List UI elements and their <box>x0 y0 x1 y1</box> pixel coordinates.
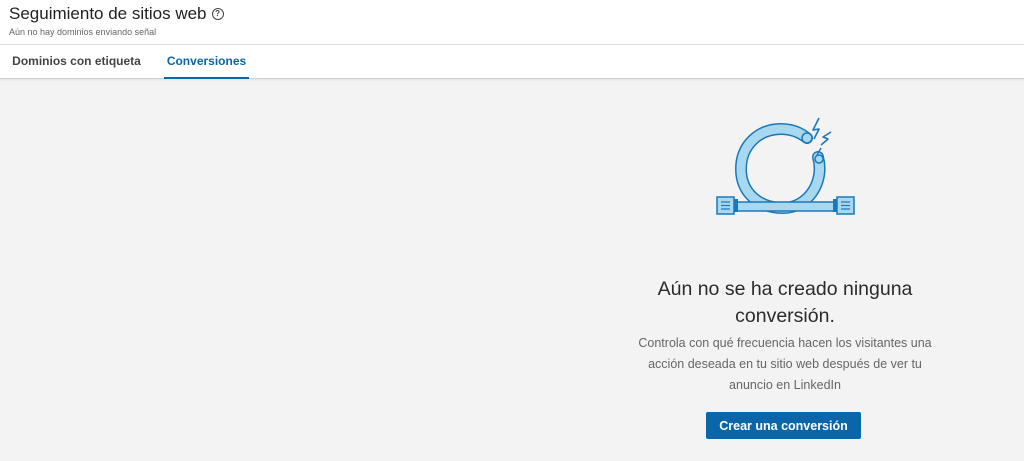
create-conversion-button[interactable]: Crear una conversión <box>706 412 861 439</box>
cable-illustration-icon <box>716 117 855 215</box>
page-title: Seguimiento de sitios web <box>9 4 207 23</box>
tab-dominios-con-etiqueta[interactable]: Dominios con etiqueta <box>0 45 153 78</box>
empty-state-heading: Aún no se ha creado ninguna conversión. <box>657 278 913 327</box>
page-header: Seguimiento de sitios web ? Aún no hay d… <box>0 0 1024 45</box>
page-subtitle: Aún no hay dominios enviando señal <box>9 27 157 37</box>
tab-bar: Dominios con etiqueta Conversiones <box>0 45 1024 79</box>
tab-conversiones[interactable]: Conversiones <box>164 45 249 79</box>
title-row: Seguimiento de sitios web ? <box>9 4 224 24</box>
empty-state-description: Controla con qué frecuencia hacen los vi… <box>638 336 932 392</box>
help-icon[interactable]: ? <box>211 8 224 20</box>
